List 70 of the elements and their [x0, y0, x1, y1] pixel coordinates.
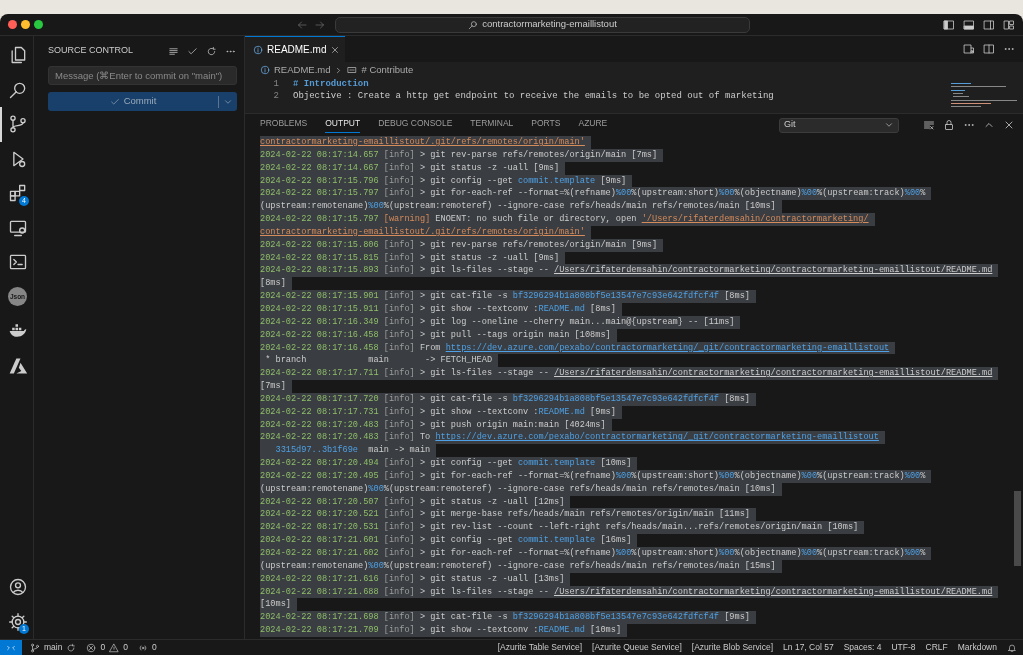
primary-sidebar-icon[interactable] [943, 18, 955, 31]
output-channel-select[interactable]: Git [779, 117, 899, 133]
status-item[interactable]: [Azurite Queue Service] [592, 641, 682, 654]
status-item[interactable]: [Azurite Table Service] [497, 641, 583, 654]
file-link[interactable]: /Users/rifaterdemsahin/contractormarketing/contractormarketing-emaillistout/README.md [554, 368, 993, 379]
minimap-drawing [949, 82, 1019, 110]
preview-icon[interactable] [963, 43, 975, 55]
scrollbar-thumb[interactable] [1014, 491, 1021, 566]
status-item[interactable]: CRLF [925, 641, 948, 654]
extensions-icon [7, 183, 28, 204]
file-link[interactable]: contractormarketing-emaillistout/.git/refs/remotes/origin/main' [260, 226, 585, 237]
panel-icon[interactable] [963, 18, 975, 31]
panel-tab[interactable]: PORTS [531, 117, 561, 133]
status-item[interactable]: Ln 17, Col 57 [783, 641, 834, 654]
branch-status[interactable]: main [30, 641, 77, 654]
close-icon[interactable] [1003, 119, 1015, 131]
error-icon [86, 642, 97, 653]
info-icon [253, 44, 263, 55]
line-number: 1 [272, 78, 280, 90]
symbol-icon [347, 65, 358, 75]
status-item[interactable]: UTF-8 [891, 641, 916, 654]
log-link[interactable]: https://dev.azure.com/pexabo/contractormarketing/_git/contractormarketing-emaillistout [435, 432, 879, 443]
split-editor-icon[interactable] [983, 43, 995, 55]
minimize-button[interactable] [21, 20, 30, 29]
close-icon[interactable] [330, 45, 341, 56]
clear-output-icon[interactable] [923, 119, 935, 131]
panel-tab[interactable]: PROBLEMS [260, 117, 308, 133]
status-item[interactable]: [Azurite Blob Service] [691, 641, 774, 654]
settings-icon [7, 611, 28, 632]
breadcrumb-item[interactable]: README.md [274, 62, 331, 78]
file-link[interactable]: /Users/rifaterdemsahin/contractormarketing/contractormarketing-emaillistout/README.md [554, 265, 993, 276]
breadcrumb-item[interactable]: # Contribute [361, 62, 414, 78]
panel-tab[interactable]: OUTPUT [325, 117, 361, 133]
code-line: Objective : Create a http get endpoint to receive the emails to be opted out of marketing [293, 90, 774, 102]
problems-status[interactable]: 0 0 [86, 641, 128, 654]
sidebar-title: SOURCE CONTROL [48, 44, 133, 58]
account-icon [7, 577, 28, 598]
layout-icon[interactable] [1003, 18, 1015, 31]
branch-icon [7, 114, 28, 135]
close-button[interactable] [8, 20, 17, 29]
list-icon[interactable] [168, 45, 179, 57]
panel-tab[interactable]: TERMINAL [470, 117, 514, 133]
editor-tab[interactable]: README.md [245, 36, 345, 62]
code-line: # Introduction [293, 78, 369, 90]
log-link[interactable]: https://dev.azure.com/pexabo/contractormarketing/_git/contractormarketing-emaillistout [445, 342, 890, 353]
branch-icon [30, 642, 40, 653]
sync-icon [66, 642, 77, 653]
lock-icon[interactable] [943, 119, 955, 131]
status-item[interactable]: Markdown [957, 641, 997, 654]
file-link[interactable]: '/Users/rifaterdemsahin/contractormarketing/ [641, 214, 869, 225]
check-icon[interactable] [187, 45, 198, 57]
status-item[interactable]: Spaces: 4 [843, 641, 882, 654]
refresh-icon[interactable] [206, 45, 217, 57]
warning-icon [109, 642, 120, 653]
file-link[interactable]: contractormarketing-emaillistout/.git/refs/remotes/origin/main' [260, 137, 585, 147]
file-link[interactable]: /Users/rifaterdemsahin/contractormarketing/contractormarketing-emaillistout/README.md [554, 586, 993, 597]
secondary-sidebar-icon[interactable] [983, 18, 995, 31]
commit-message-field[interactable]: Message (⌘Enter to commit on "main") [48, 66, 237, 85]
maximize-button[interactable] [34, 20, 43, 29]
check-icon [109, 96, 120, 107]
info-icon [260, 65, 270, 75]
search-icon [468, 19, 479, 30]
bell-icon[interactable] [1007, 642, 1017, 653]
panel-tab[interactable]: AZURE [578, 117, 608, 133]
panel-tab[interactable]: DEBUG CONSOLE [378, 117, 453, 133]
antenna-icon [137, 642, 148, 653]
line-number: 2 [272, 90, 280, 102]
command-center-field[interactable]: contractormarketing-emaillistout [335, 16, 750, 33]
ports-status[interactable]: 0 [137, 641, 157, 654]
remote-button[interactable] [0, 639, 22, 655]
